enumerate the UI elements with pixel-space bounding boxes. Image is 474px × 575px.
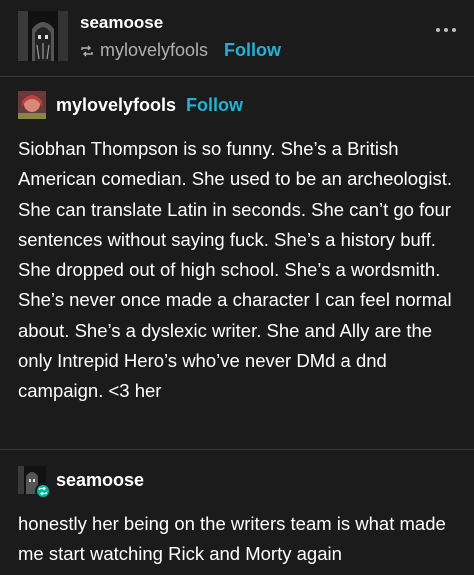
reblog-icon [81, 45, 93, 56]
reblog-badge-icon [35, 483, 51, 499]
avatar-image [18, 11, 68, 61]
trail-item-header: mylovelyfools Follow [18, 91, 243, 119]
reblog-line: mylovelyfools Follow [80, 40, 281, 61]
trail-body-text: Siobhan Thompson is so funny. She’s a Br… [18, 138, 452, 402]
poster-name[interactable]: seamoose [80, 13, 163, 33]
reblog-source-name[interactable]: mylovelyfools [100, 40, 208, 61]
follow-button[interactable]: Follow [186, 95, 243, 116]
trail-blog-name[interactable]: seamoose [56, 470, 144, 491]
trail-blog-name[interactable]: mylovelyfools [56, 95, 176, 116]
avatar[interactable] [18, 11, 68, 61]
avatar-image [18, 91, 46, 119]
trail-body-text: honestly her being on the writers team i… [18, 513, 446, 565]
more-horizontal-icon[interactable] [436, 28, 456, 32]
divider [0, 449, 474, 450]
post-header: seamoose mylovelyfools Follow [0, 0, 474, 76]
divider [0, 76, 474, 77]
trail-avatar[interactable] [18, 91, 46, 119]
follow-button[interactable]: Follow [224, 40, 281, 61]
